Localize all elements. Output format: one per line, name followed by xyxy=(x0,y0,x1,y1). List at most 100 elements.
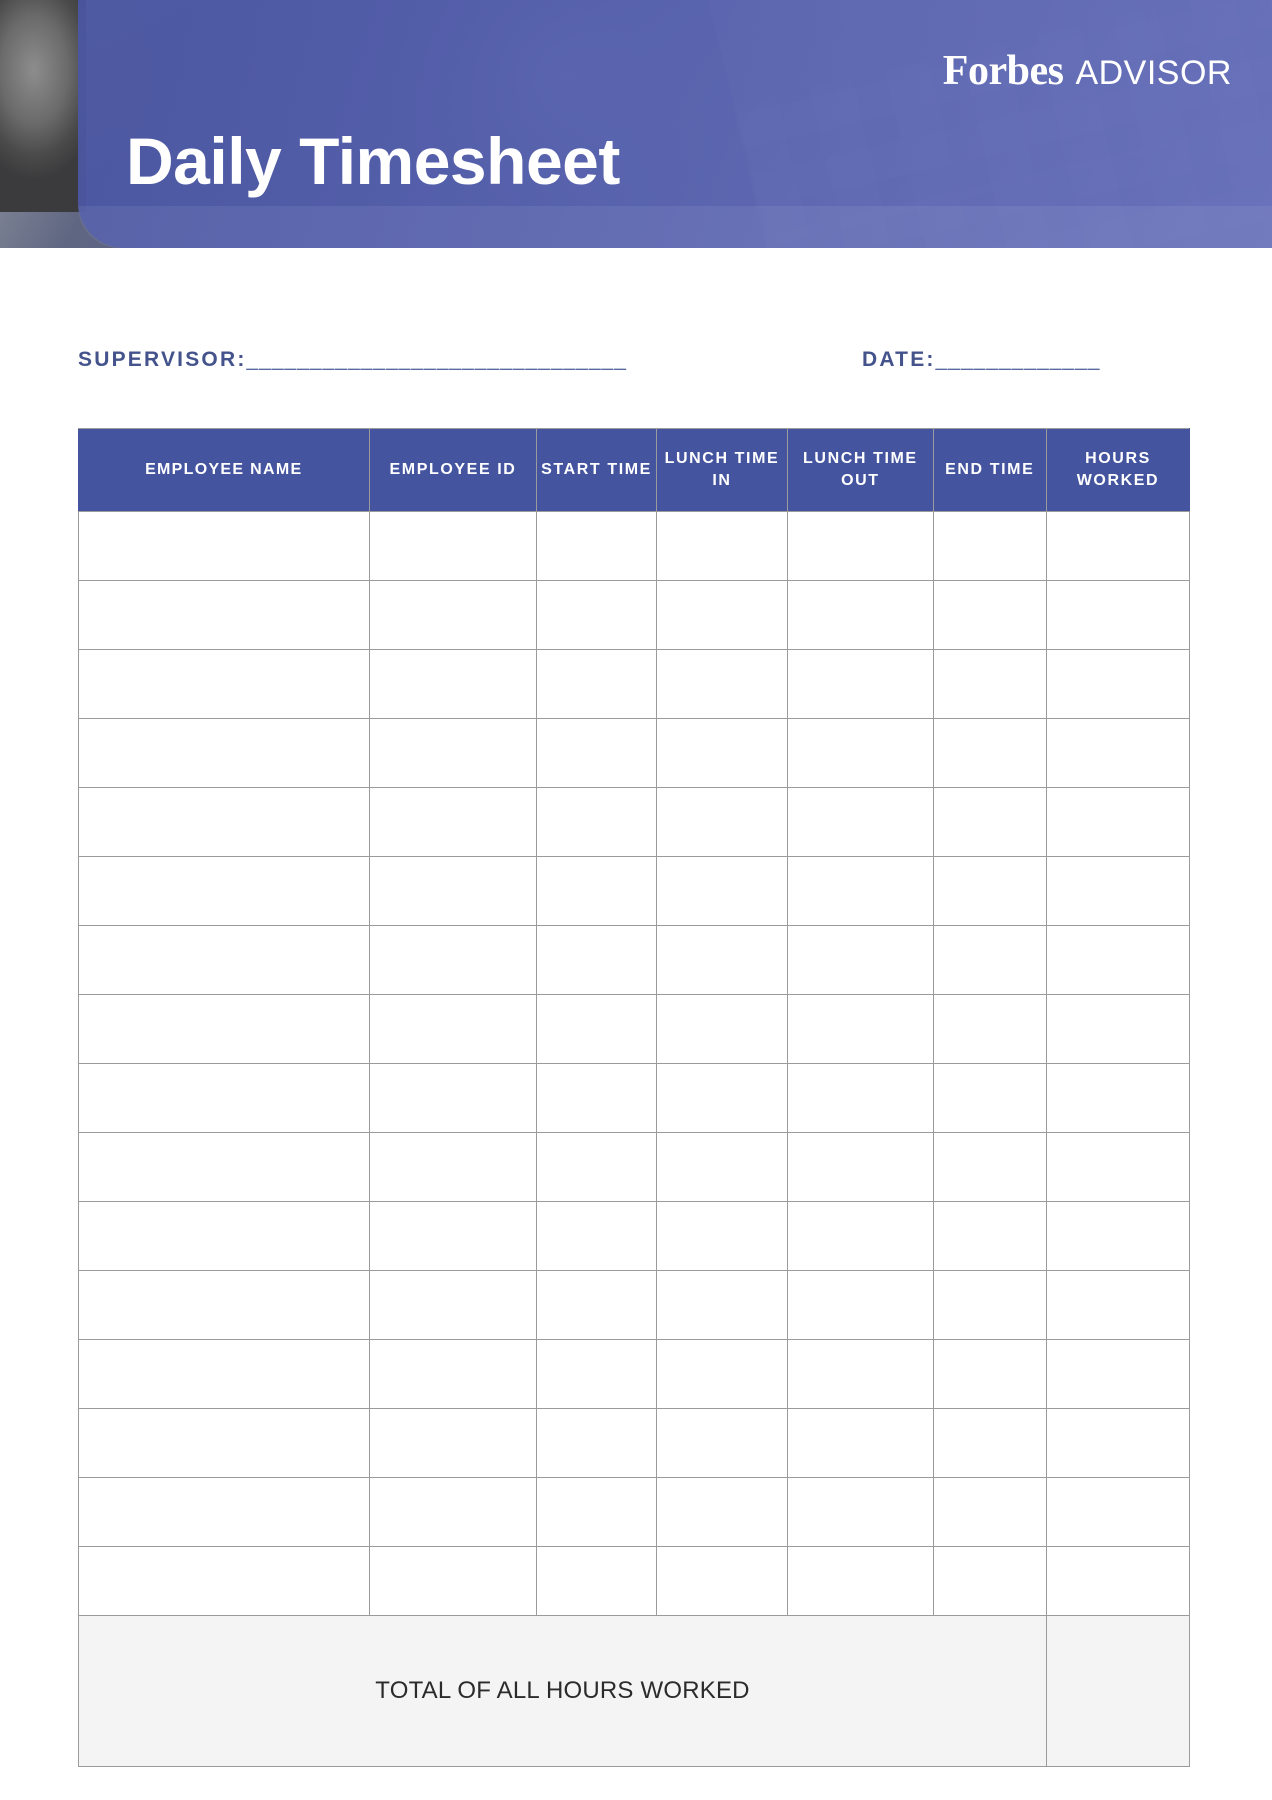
table-cell[interactable] xyxy=(368,1201,538,1271)
table-cell[interactable] xyxy=(932,1339,1047,1409)
table-cell[interactable] xyxy=(368,649,538,719)
table-cell[interactable] xyxy=(536,1408,657,1478)
table-cell[interactable] xyxy=(368,994,538,1064)
table-cell[interactable] xyxy=(932,1408,1047,1478)
table-cell[interactable] xyxy=(78,1132,370,1202)
table-cell[interactable] xyxy=(655,1477,789,1547)
table-cell[interactable] xyxy=(536,1477,657,1547)
table-cell[interactable] xyxy=(1045,511,1191,581)
table-cell[interactable] xyxy=(655,925,789,995)
table-cell[interactable] xyxy=(787,1132,934,1202)
table-cell[interactable] xyxy=(655,1132,789,1202)
table-cell[interactable] xyxy=(78,925,370,995)
date-field[interactable]: DATE: _____________ xyxy=(862,348,1100,372)
table-cell[interactable] xyxy=(368,1270,538,1340)
table-cell[interactable] xyxy=(787,1270,934,1340)
table-cell[interactable] xyxy=(78,1546,370,1616)
table-cell[interactable] xyxy=(787,1339,934,1409)
table-cell[interactable] xyxy=(536,856,657,926)
table-cell[interactable] xyxy=(78,1063,370,1133)
table-cell[interactable] xyxy=(536,1201,657,1271)
date-input-rule[interactable]: _____________ xyxy=(936,348,1101,372)
table-cell[interactable] xyxy=(78,787,370,857)
table-cell[interactable] xyxy=(78,718,370,788)
table-cell[interactable] xyxy=(787,1063,934,1133)
table-cell[interactable] xyxy=(368,1132,538,1202)
table-cell[interactable] xyxy=(536,925,657,995)
table-cell[interactable] xyxy=(655,580,789,650)
table-cell[interactable] xyxy=(536,787,657,857)
table-cell[interactable] xyxy=(1045,580,1191,650)
table-cell[interactable] xyxy=(932,925,1047,995)
table-cell[interactable] xyxy=(1045,1477,1191,1547)
table-cell[interactable] xyxy=(78,1477,370,1547)
table-cell[interactable] xyxy=(932,1132,1047,1202)
table-cell[interactable] xyxy=(1045,649,1191,719)
table-cell[interactable] xyxy=(368,1546,538,1616)
table-cell[interactable] xyxy=(932,1270,1047,1340)
table-cell[interactable] xyxy=(787,787,934,857)
table-cell[interactable] xyxy=(655,994,789,1064)
table-cell[interactable] xyxy=(78,1339,370,1409)
table-cell[interactable] xyxy=(78,511,370,581)
table-cell[interactable] xyxy=(787,649,934,719)
table-cell[interactable] xyxy=(787,925,934,995)
table-cell[interactable] xyxy=(1045,718,1191,788)
table-cell[interactable] xyxy=(932,1477,1047,1547)
table-cell[interactable] xyxy=(655,1201,789,1271)
table-cell[interactable] xyxy=(78,649,370,719)
table-cell[interactable] xyxy=(1045,1408,1191,1478)
table-cell[interactable] xyxy=(78,994,370,1064)
table-cell[interactable] xyxy=(787,718,934,788)
table-cell[interactable] xyxy=(536,649,657,719)
table-cell[interactable] xyxy=(932,1201,1047,1271)
table-cell[interactable] xyxy=(368,580,538,650)
table-cell[interactable] xyxy=(368,1339,538,1409)
table-cell[interactable] xyxy=(536,511,657,581)
table-cell[interactable] xyxy=(536,1063,657,1133)
table-cell[interactable] xyxy=(1045,1546,1191,1616)
table-cell[interactable] xyxy=(78,1201,370,1271)
table-cell[interactable] xyxy=(78,1408,370,1478)
table-cell[interactable] xyxy=(932,649,1047,719)
table-cell[interactable] xyxy=(368,1063,538,1133)
table-cell[interactable] xyxy=(536,994,657,1064)
table-cell[interactable] xyxy=(78,856,370,926)
table-cell[interactable] xyxy=(1045,994,1191,1064)
supervisor-input-rule[interactable]: ______________________________ xyxy=(247,348,627,372)
table-cell[interactable] xyxy=(1045,1270,1191,1340)
table-cell[interactable] xyxy=(787,1408,934,1478)
table-cell[interactable] xyxy=(1045,925,1191,995)
table-cell[interactable] xyxy=(655,1063,789,1133)
table-cell[interactable] xyxy=(1045,1339,1191,1409)
table-cell[interactable] xyxy=(932,787,1047,857)
table-cell[interactable] xyxy=(655,1546,789,1616)
table-cell[interactable] xyxy=(787,1201,934,1271)
supervisor-field[interactable]: SUPERVISOR: ____________________________… xyxy=(78,348,627,372)
table-cell[interactable] xyxy=(655,511,789,581)
table-cell[interactable] xyxy=(368,787,538,857)
table-cell[interactable] xyxy=(368,511,538,581)
table-cell[interactable] xyxy=(655,1270,789,1340)
table-cell[interactable] xyxy=(368,856,538,926)
table-cell[interactable] xyxy=(368,1477,538,1547)
table-cell[interactable] xyxy=(787,1546,934,1616)
table-cell[interactable] xyxy=(655,649,789,719)
table-cell[interactable] xyxy=(932,994,1047,1064)
table-cell[interactable] xyxy=(932,580,1047,650)
table-cell[interactable] xyxy=(932,856,1047,926)
table-cell[interactable] xyxy=(655,718,789,788)
table-cell[interactable] xyxy=(78,580,370,650)
table-cell[interactable] xyxy=(932,718,1047,788)
table-cell[interactable] xyxy=(368,718,538,788)
table-cell[interactable] xyxy=(368,925,538,995)
table-cell[interactable] xyxy=(655,787,789,857)
table-cell[interactable] xyxy=(536,1339,657,1409)
table-cell[interactable] xyxy=(368,1408,538,1478)
total-value-cell[interactable] xyxy=(1045,1615,1191,1767)
table-cell[interactable] xyxy=(932,511,1047,581)
table-cell[interactable] xyxy=(655,856,789,926)
table-cell[interactable] xyxy=(536,580,657,650)
table-cell[interactable] xyxy=(787,856,934,926)
table-cell[interactable] xyxy=(536,1132,657,1202)
